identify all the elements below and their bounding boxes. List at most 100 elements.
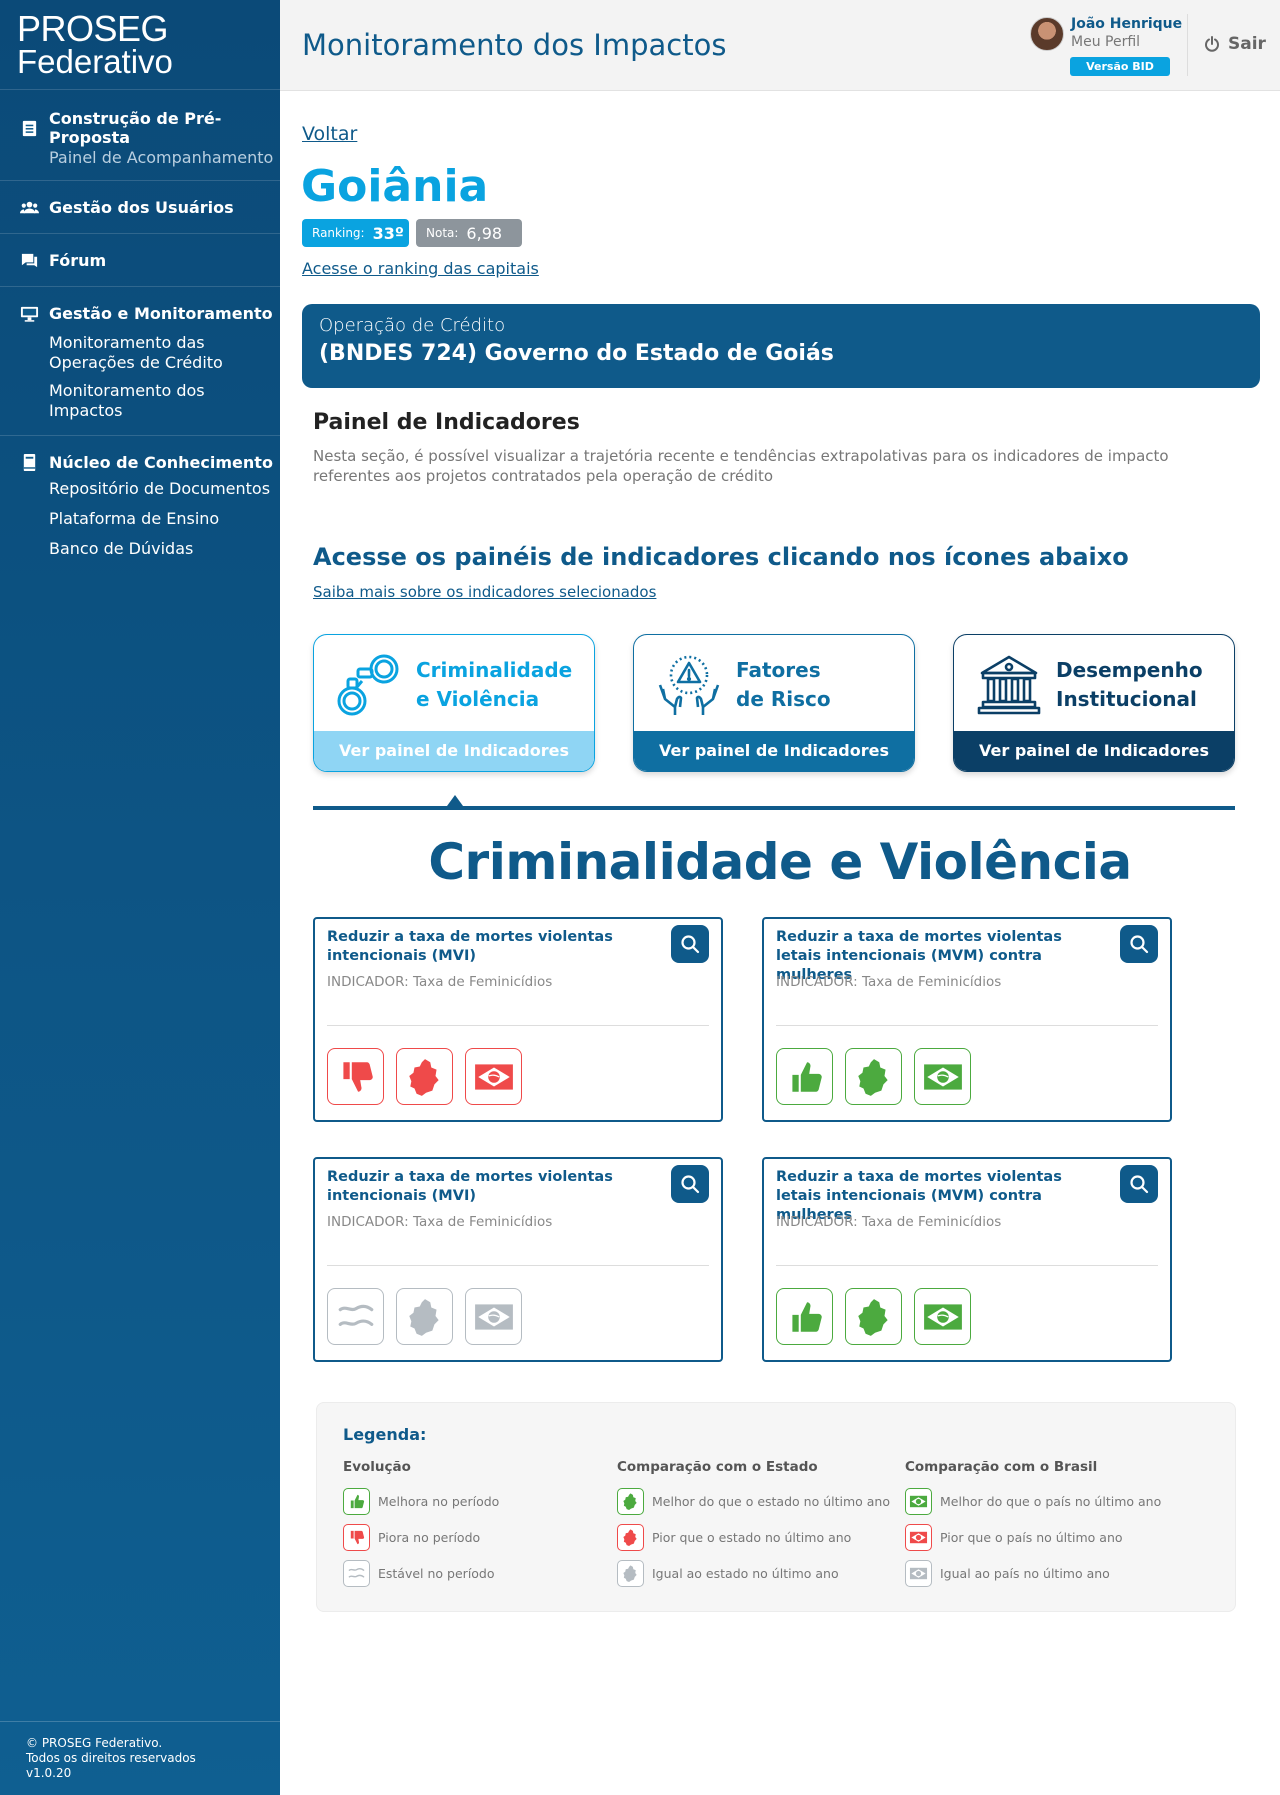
legend-item: Pior que o estado no último ano — [617, 1519, 890, 1555]
category-label: Fatores de Risco — [736, 656, 831, 714]
nota-badge: Nota: 6,98 — [416, 219, 522, 247]
saiba-mais-link[interactable]: Saiba mais sobre os indicadores selecion… — [313, 583, 656, 601]
indicator-subtitle: INDICADOR: Taxa de Feminicídios — [327, 1214, 553, 1230]
brazil-flag-icon — [905, 1523, 932, 1551]
nav-item-construcao-pre-proposta[interactable]: Construção de Pré-Proposta — [20, 109, 280, 147]
brazil-comparison — [914, 1288, 971, 1345]
legend-item: Pior que o país no último ano — [905, 1519, 1161, 1555]
indicator-search-button[interactable] — [671, 1165, 709, 1203]
category-line2: de Risco — [736, 687, 831, 711]
user-menu[interactable]: João Henrique Meu Perfil Versão BID — [1030, 16, 1185, 78]
ranking-capitais-link[interactable]: Acesse o ranking das capitais — [302, 259, 539, 278]
legend-text: Igual ao estado no último ano — [652, 1565, 839, 1581]
ranking-badge: Ranking: 33º — [302, 219, 409, 247]
ver-painel-button[interactable]: Ver painel de Indicadores — [954, 731, 1234, 771]
category-card-desempenho[interactable]: Desempenho Institucional Ver painel de I… — [953, 634, 1235, 772]
indicator-search-button[interactable] — [1120, 1165, 1158, 1203]
stable-icon — [343, 1559, 370, 1587]
legend-text: Igual ao país no último ano — [940, 1565, 1110, 1581]
state-map-icon — [404, 1296, 446, 1338]
indicator-search-button[interactable] — [1120, 925, 1158, 963]
nav-item-painel-acompanhamento[interactable]: Painel de Acompanhamento — [49, 148, 280, 168]
indicator-card: Reduzir a taxa de mortes violentas letai… — [762, 1157, 1172, 1362]
panel-title: Painel de Indicadores — [313, 410, 580, 435]
back-link[interactable]: Voltar — [302, 123, 357, 145]
search-icon — [681, 935, 700, 954]
state-comparison — [845, 1048, 902, 1105]
state-map-icon — [617, 1487, 644, 1515]
thumbs-up-icon — [784, 1056, 826, 1098]
category-card-fatores-risco[interactable]: Fatores de Risco Ver painel de Indicador… — [633, 634, 915, 772]
sidebar: PROSEG Federativo Construção de Pré-Prop… — [0, 0, 280, 1795]
nav-item-monitoramento-operacoes[interactable]: Monitoramento das Operações de Crédito — [49, 333, 229, 373]
legend-heading: Comparação com o Brasil — [905, 1459, 1098, 1475]
nav-item-monitoramento-impactos[interactable]: Monitoramento dos Impactos — [49, 381, 280, 421]
legend-text: Piora no período — [378, 1529, 481, 1545]
app-logo[interactable]: PROSEG Federativo — [0, 0, 280, 90]
category-label: Desempenho Institucional — [1056, 656, 1203, 714]
ver-painel-button[interactable]: Ver painel de Indicadores — [634, 731, 914, 771]
evolution-status — [327, 1048, 384, 1105]
rights: Todos os direitos reservados — [26, 1751, 196, 1765]
state-comparison — [396, 1288, 453, 1345]
copyright: © PROSEG Federativo. — [26, 1736, 163, 1750]
document-icon — [22, 120, 37, 136]
legend-title: Legenda: — [343, 1425, 427, 1444]
state-comparison — [396, 1048, 453, 1105]
nav-item-gestao-usuarios[interactable]: Gestão dos Usuários — [20, 195, 280, 219]
nav-item-nucleo-conhecimento[interactable]: Núcleo de Conhecimento — [20, 450, 280, 474]
indicator-card: Reduzir a taxa de mortes violentas letai… — [762, 917, 1172, 1122]
chat-icon — [21, 253, 38, 267]
status-icons — [776, 1048, 971, 1105]
nav-label: Núcleo de Conhecimento — [49, 452, 273, 472]
thumbs-down-icon — [335, 1056, 377, 1098]
book-icon — [23, 453, 36, 471]
category-line1: Fatores — [736, 658, 821, 682]
thumbs-up-icon — [784, 1296, 826, 1338]
nav-label: Gestão e Monitoramento — [49, 303, 273, 323]
nav-item-plataforma-ensino[interactable]: Plataforma de Ensino — [49, 509, 280, 529]
nav-item-banco-duvidas[interactable]: Banco de Dúvidas — [49, 539, 280, 559]
nav-item-gestao-monitoramento[interactable]: Gestão e Monitoramento — [20, 301, 280, 325]
brazil-flag-icon — [905, 1487, 932, 1515]
nav-item-repositorio[interactable]: Repositório de Documentos — [49, 479, 280, 499]
indicator-search-button[interactable] — [671, 925, 709, 963]
nav-label: Fórum — [49, 250, 107, 270]
brazil-flag-icon — [474, 1303, 513, 1330]
profile-link[interactable]: Meu Perfil — [1071, 34, 1140, 50]
ranking-label: Ranking: — [312, 226, 365, 240]
category-line1: Criminalidade — [416, 658, 573, 682]
nav-label: Gestão dos Usuários — [49, 197, 234, 217]
legend-item: Igual ao estado no último ano — [617, 1555, 890, 1591]
panel-description: Nesta seção, é possível visualizar a tra… — [313, 447, 1169, 485]
logo-line1: PROSEG — [17, 8, 169, 49]
card-divider — [776, 1025, 1158, 1026]
operation-label: Operação de Crédito — [319, 315, 506, 336]
stable-icon — [335, 1296, 377, 1338]
avatar[interactable] — [1030, 17, 1064, 51]
nav-section-pre-proposta: Construção de Pré-Proposta Painel de Aco… — [0, 90, 280, 181]
legend-item: Estável no período — [343, 1555, 499, 1591]
nav-item-forum[interactable]: Fórum — [20, 248, 280, 272]
ver-painel-button[interactable]: Ver painel de Indicadores — [314, 731, 594, 771]
sidebar-footer: © PROSEG Federativo. Todos os direitos r… — [0, 1721, 280, 1795]
legend-item: Melhora no período — [343, 1483, 499, 1519]
indicator-title: Reduzir a taxa de mortes violentas inten… — [327, 929, 613, 964]
brazil-flag-icon — [923, 1063, 962, 1090]
legend-text: Melhora no período — [378, 1493, 500, 1509]
users-icon — [20, 201, 39, 213]
legend-item: Melhor do que o estado no último ano — [617, 1483, 890, 1519]
legend-brazil: Comparação com o Brasil Melhor do que o … — [905, 1459, 1161, 1591]
category-line1: Desempenho — [1056, 658, 1203, 682]
category-card-criminalidade[interactable]: Criminalidade e Violência Ver painel de … — [313, 634, 595, 772]
operation-banner: Operação de Crédito (BNDES 724) Governo … — [302, 304, 1260, 388]
legend-text: Pior que o país no último ano — [940, 1529, 1123, 1545]
ranking-value: 33º — [372, 223, 404, 243]
brazil-comparison — [465, 1288, 522, 1345]
nav-section-conhecimento: Núcleo de Conhecimento Repositório de Do… — [0, 436, 280, 573]
legend-text: Melhor do que o país no último ano — [940, 1493, 1162, 1509]
handcuffs-icon — [337, 654, 399, 716]
selected-category-pointer — [447, 795, 463, 806]
state-map-icon — [617, 1523, 644, 1551]
logout-button[interactable]: Sair — [1204, 34, 1266, 54]
